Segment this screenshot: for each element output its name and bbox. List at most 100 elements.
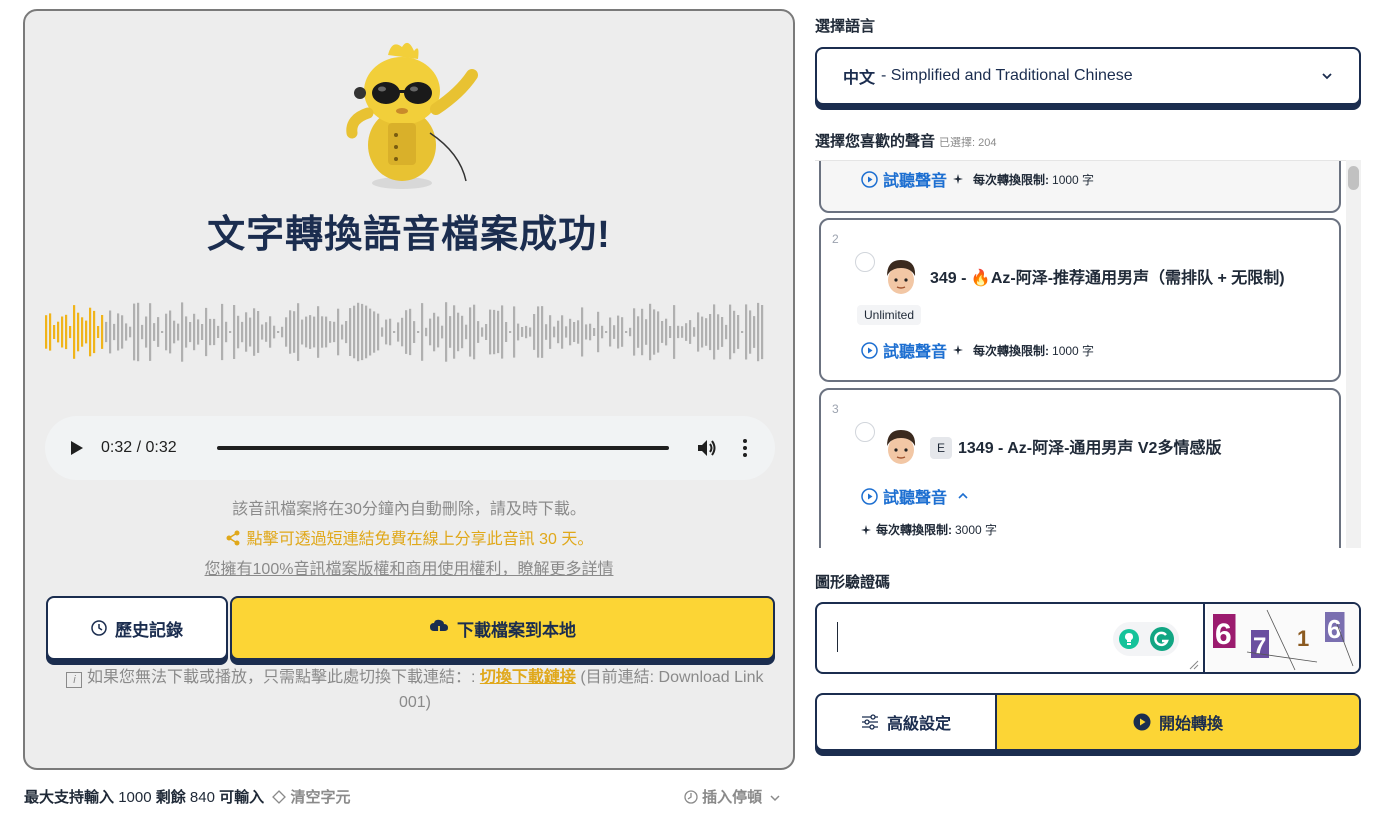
waveform-bar [393, 331, 396, 333]
insert-pause-button[interactable]: 插入停頓 [684, 786, 780, 807]
listen-button[interactable]: 試聽聲音 [861, 484, 974, 508]
waveform-bar [73, 305, 76, 359]
waveform-bar [297, 303, 300, 361]
waveform-bar [129, 326, 132, 338]
remain-suffix: 可輸入 [219, 789, 265, 806]
waveform-bar [701, 316, 704, 348]
waveform-bar [93, 310, 96, 354]
limit-label: 每次轉換限制: [973, 172, 1050, 187]
scrollbar-thumb[interactable] [1348, 166, 1359, 190]
waveform-bar [209, 318, 212, 346]
result-card: 文字轉換語音檔案成功! 0:32 / 0:32 該音訊檔案將在30分鐘內自動刪除… [23, 9, 795, 770]
waveform-bar [441, 325, 444, 339]
waveform-bar [397, 322, 400, 342]
waveform-bar [645, 319, 648, 345]
waveform-bar [753, 316, 756, 348]
waveform-bar [173, 320, 176, 344]
waveform-bar [577, 320, 580, 344]
waveform-bar [761, 305, 764, 360]
lightbulb-icon [1118, 629, 1139, 649]
waveform-bar [85, 320, 88, 344]
captcha-digit: 1 [1297, 626, 1309, 651]
share-link[interactable]: 點擊可透過短連結免費在線上分享此音訊 30 天。 [25, 525, 793, 549]
audio-progress-bar[interactable] [217, 446, 669, 450]
waveform-bar [597, 311, 600, 353]
waveform-bar [569, 318, 572, 346]
limit-label: 每次轉換限制: [876, 523, 952, 537]
waveform-bar [413, 321, 416, 343]
waveform-bar [145, 316, 148, 348]
waveform-bar [69, 326, 72, 339]
audio-player[interactable]: 0:32 / 0:32 [45, 416, 775, 480]
waveform-bar [405, 310, 408, 354]
waveform-bar [409, 308, 412, 356]
waveform-bar [549, 315, 552, 349]
sparkle-icon [953, 345, 964, 355]
captcha-noise-line [1336, 623, 1354, 667]
language-select[interactable]: 中文 - Simplified and Traditional Chinese [815, 47, 1361, 105]
waveform-bar [605, 331, 608, 333]
voice-card[interactable]: 試聽聲音 每次轉換限制: 1000 字 [819, 161, 1341, 213]
voice-radio[interactable] [855, 422, 875, 442]
waveform-bar [565, 326, 568, 338]
waveform-bar [181, 302, 184, 362]
download-button[interactable]: 下載檔案到本地 [230, 596, 775, 660]
resize-handle-icon[interactable] [1189, 660, 1199, 670]
play-circle-icon [861, 170, 878, 188]
waveform-bar [649, 303, 652, 361]
captcha-image[interactable]: 6716 [1207, 604, 1361, 672]
waveform-bar [277, 331, 280, 333]
waveform-bar [541, 306, 544, 358]
waveform-bar [601, 325, 604, 339]
voice-radio[interactable] [855, 252, 875, 272]
waveform-bar [89, 307, 92, 357]
play-button[interactable] [65, 436, 89, 460]
waveform-bar [189, 322, 192, 343]
voice-badge: E [930, 437, 952, 459]
waveform-bar [105, 321, 108, 343]
waveform-bar [233, 305, 236, 359]
more-options-button[interactable] [735, 434, 755, 462]
voice-card[interactable]: 2 349 - 🔥Az-阿泽-推荐通用男声（需排队 + 无限制) Unlimit… [819, 218, 1341, 382]
waveform-bar [97, 326, 100, 338]
captcha-input[interactable] [817, 604, 1205, 672]
waveform-bar [249, 317, 252, 347]
waveform-bar [349, 308, 352, 356]
fallback-text: 如果您無法下載或播放，只需點擊此處切換下載連結：: [86, 669, 476, 686]
waveform-bar [229, 331, 232, 333]
waveform-bar [205, 307, 208, 357]
waveform-bar [245, 312, 248, 352]
more-vert-icon [743, 439, 747, 457]
limit-value: 1000 字 [1052, 343, 1095, 358]
advanced-settings-button[interactable]: 高級設定 [815, 693, 997, 751]
waveform-bar [61, 316, 64, 348]
waveform-bar [113, 323, 116, 341]
voice-list[interactable]: 試聽聲音 每次轉換限制: 1000 字 2 349 - 🔥Az-阿泽-推荐通用男… [815, 160, 1361, 548]
voice-card[interactable]: 3 E 1349 - Az-阿泽-通用男声 V2多情感版 試聽聲音 每次轉換限制:… [819, 388, 1341, 548]
waveform-bar [161, 331, 164, 333]
listen-button[interactable]: 試聽聲音 每次轉換限制: 1000 字 [861, 338, 1094, 362]
waveform-bar [749, 310, 752, 354]
volume-button[interactable] [693, 434, 721, 462]
history-button-label: 歷史記錄 [115, 620, 183, 640]
rights-link[interactable]: 您擁有100%音訊檔案版權和商用使用權利，瞭解更多詳情 [25, 555, 793, 579]
waveform-bar [609, 317, 612, 347]
switch-download-link[interactable]: 切換下載鏈接 [480, 669, 576, 686]
advanced-settings-label: 高級設定 [886, 716, 951, 733]
grammarly-widget[interactable] [1113, 622, 1179, 656]
start-convert-button[interactable]: 開始轉換 [997, 693, 1361, 751]
chevron-up-icon[interactable] [957, 492, 969, 500]
download-button-label: 下載檔案到本地 [457, 620, 576, 640]
waveform-bar [133, 303, 136, 361]
waveform-bar [109, 310, 112, 354]
language-label: 選擇語言 [815, 18, 876, 35]
waveform-bar [477, 321, 480, 343]
listen-button[interactable]: 試聽聲音 每次轉換限制: 1000 字 [861, 167, 1094, 191]
waveform-bar [677, 325, 680, 339]
history-button[interactable]: 歷史記錄 [46, 596, 228, 660]
clear-chars-button[interactable]: 清空字元 [272, 789, 351, 806]
voice-list-scrollbar[interactable] [1346, 160, 1361, 548]
waveform-bar [637, 316, 640, 348]
waveform-bar [545, 324, 548, 340]
audio-waveform[interactable] [45, 296, 765, 368]
